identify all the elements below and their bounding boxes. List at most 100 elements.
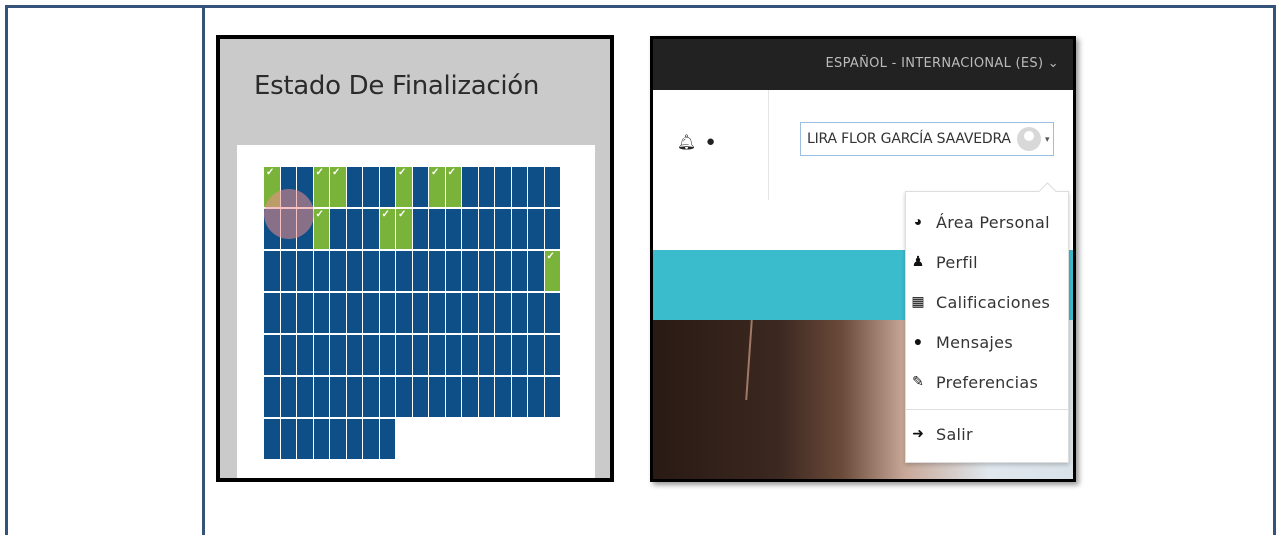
activity-cell[interactable] xyxy=(379,167,396,209)
activity-cell[interactable] xyxy=(445,377,462,419)
activity-cell[interactable] xyxy=(379,377,396,419)
activity-cell[interactable] xyxy=(495,335,512,377)
activity-cell[interactable] xyxy=(280,335,297,377)
language-selector[interactable]: ESPAÑOL - INTERNACIONAL (ES) ⌄ xyxy=(826,56,1059,71)
activity-cell[interactable] xyxy=(478,377,495,419)
activity-cell[interactable] xyxy=(544,293,561,335)
activity-cell[interactable] xyxy=(412,377,429,419)
activity-cell[interactable] xyxy=(297,419,314,461)
activity-cell[interactable] xyxy=(544,377,561,419)
activity-cell[interactable] xyxy=(462,251,479,293)
activity-cell[interactable] xyxy=(495,377,512,419)
activity-cell[interactable] xyxy=(330,251,347,293)
activity-cell[interactable] xyxy=(363,167,380,209)
activity-cell[interactable] xyxy=(478,209,495,251)
activity-cell[interactable] xyxy=(445,293,462,335)
activity-cell[interactable] xyxy=(511,377,528,419)
completed-activity-cell[interactable]: ✓ xyxy=(396,167,413,209)
activity-cell[interactable] xyxy=(495,209,512,251)
activity-cell[interactable] xyxy=(280,293,297,335)
activity-cell[interactable] xyxy=(346,167,363,209)
activity-cell[interactable] xyxy=(511,293,528,335)
activity-cell[interactable] xyxy=(379,251,396,293)
activity-cell[interactable] xyxy=(264,293,281,335)
activity-cell[interactable] xyxy=(412,209,429,251)
activity-cell[interactable] xyxy=(528,293,545,335)
user-menu-button[interactable]: LIRA FLOR GARCÍA SAAVEDRA ▾ xyxy=(800,122,1054,156)
activity-cell[interactable] xyxy=(412,167,429,209)
activity-cell[interactable] xyxy=(495,293,512,335)
activity-cell[interactable] xyxy=(462,377,479,419)
completed-activity-cell[interactable]: ✓ xyxy=(330,167,347,209)
menu-item-perfil[interactable]: ♟ Perfil xyxy=(906,242,1068,282)
activity-cell[interactable] xyxy=(544,335,561,377)
completed-activity-cell[interactable]: ✓ xyxy=(445,167,462,209)
completed-activity-cell[interactable]: ✓ xyxy=(379,209,396,251)
activity-cell[interactable] xyxy=(528,209,545,251)
menu-item-calificaciones[interactable]: ▦ Calificaciones xyxy=(906,282,1068,322)
activity-cell[interactable] xyxy=(412,251,429,293)
activity-cell[interactable] xyxy=(511,251,528,293)
activity-cell[interactable] xyxy=(412,293,429,335)
activity-cell[interactable] xyxy=(363,209,380,251)
activity-cell[interactable] xyxy=(346,251,363,293)
activity-cell[interactable] xyxy=(346,419,363,461)
chat-icon[interactable]: ● xyxy=(706,133,715,150)
activity-cell[interactable] xyxy=(346,377,363,419)
activity-cell[interactable] xyxy=(462,167,479,209)
activity-cell[interactable] xyxy=(313,251,330,293)
activity-cell[interactable] xyxy=(462,293,479,335)
activity-cell[interactable] xyxy=(511,209,528,251)
activity-cell[interactable] xyxy=(396,293,413,335)
bell-icon[interactable]: 🔔︎ xyxy=(677,133,696,151)
activity-cell[interactable] xyxy=(478,293,495,335)
activity-cell[interactable] xyxy=(363,251,380,293)
activity-cell[interactable] xyxy=(495,167,512,209)
activity-cell[interactable] xyxy=(313,419,330,461)
activity-cell[interactable] xyxy=(396,377,413,419)
activity-cell[interactable] xyxy=(528,251,545,293)
activity-cell[interactable] xyxy=(264,251,281,293)
activity-cell[interactable] xyxy=(346,335,363,377)
activity-cell[interactable] xyxy=(462,335,479,377)
activity-cell[interactable] xyxy=(330,209,347,251)
activity-cell[interactable] xyxy=(330,419,347,461)
menu-item-área-personal[interactable]: ◕ Área Personal xyxy=(906,202,1068,242)
activity-cell[interactable] xyxy=(429,377,446,419)
activity-cell[interactable] xyxy=(445,251,462,293)
activity-cell[interactable] xyxy=(363,293,380,335)
activity-cell[interactable] xyxy=(346,209,363,251)
activity-cell[interactable] xyxy=(330,293,347,335)
activity-cell[interactable] xyxy=(445,209,462,251)
activity-cell[interactable] xyxy=(363,419,380,461)
activity-cell[interactable] xyxy=(313,335,330,377)
activity-cell[interactable] xyxy=(379,293,396,335)
activity-cell[interactable] xyxy=(379,419,396,461)
activity-cell[interactable] xyxy=(429,251,446,293)
activity-cell[interactable] xyxy=(313,293,330,335)
activity-cell[interactable] xyxy=(511,167,528,209)
activity-cell[interactable] xyxy=(429,293,446,335)
activity-cell[interactable] xyxy=(544,209,561,251)
activity-cell[interactable] xyxy=(478,167,495,209)
activity-cell[interactable] xyxy=(396,335,413,377)
activity-cell[interactable] xyxy=(412,335,429,377)
activity-cell[interactable] xyxy=(330,377,347,419)
completed-activity-cell[interactable]: ✓ xyxy=(313,209,330,251)
activity-cell[interactable] xyxy=(280,419,297,461)
completed-activity-cell[interactable]: ✓ xyxy=(429,167,446,209)
activity-cell[interactable] xyxy=(478,335,495,377)
activity-cell[interactable] xyxy=(363,335,380,377)
activity-cell[interactable] xyxy=(429,209,446,251)
activity-cell[interactable] xyxy=(280,251,297,293)
activity-cell[interactable] xyxy=(363,377,380,419)
activity-cell[interactable] xyxy=(297,251,314,293)
activity-cell[interactable] xyxy=(495,251,512,293)
activity-cell[interactable] xyxy=(429,335,446,377)
activity-cell[interactable] xyxy=(396,251,413,293)
activity-cell[interactable] xyxy=(528,377,545,419)
activity-cell[interactable] xyxy=(264,419,281,461)
activity-cell[interactable] xyxy=(544,167,561,209)
activity-cell[interactable] xyxy=(478,251,495,293)
activity-cell[interactable] xyxy=(297,377,314,419)
